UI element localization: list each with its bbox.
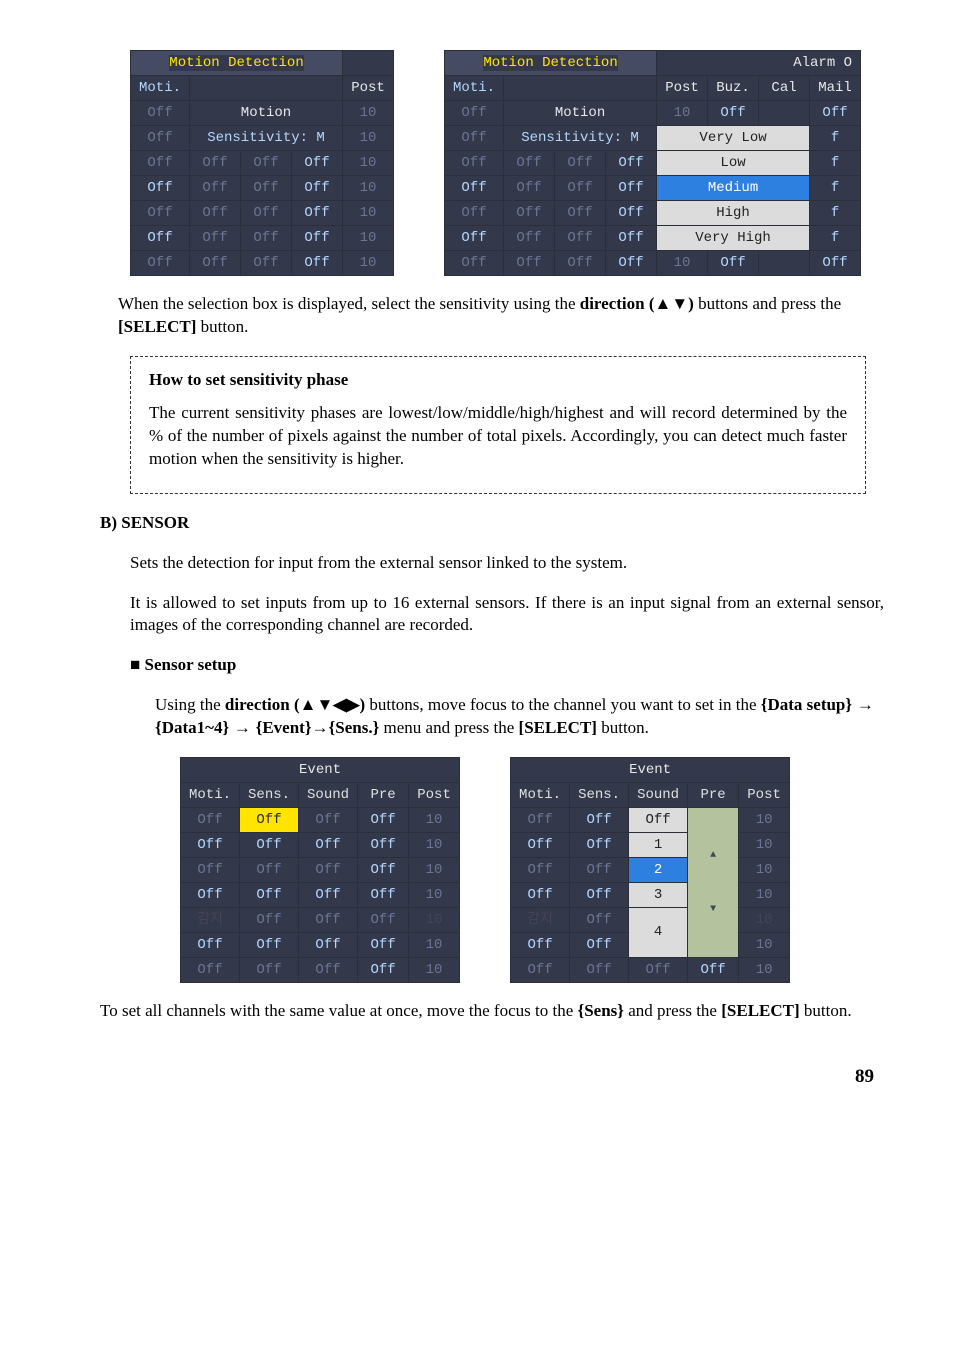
page-number: 89: [855, 1064, 874, 1090]
scrollbar[interactable]: ▲▼: [688, 808, 739, 958]
sens-option[interactable]: Very Low: [657, 126, 810, 151]
sens-option[interactable]: Very High: [657, 226, 810, 251]
sens-num-option[interactable]: 1: [629, 833, 688, 858]
callout-title: How to set sensitivity phase: [149, 369, 847, 392]
motion-detection-right: Motion Detection Alarm O Moti. Post Buz.…: [444, 50, 861, 276]
sens-num-option[interactable]: 4: [629, 908, 688, 958]
sensor-setup-head: ■ Sensor setup: [130, 654, 884, 677]
callout-how-to-set-sens: How to set sensitivity phase The current…: [130, 356, 866, 494]
para-select-sens: When the selection box is displayed, sel…: [118, 293, 884, 339]
motion-detection-left: Motion Detection Moti. Post Off Motion 1…: [130, 50, 394, 276]
sens-num-option[interactable]: Off: [629, 808, 688, 833]
event-right: Event Moti. Sens. Sound Pre Post Off Off…: [510, 757, 790, 983]
sens-option-selected[interactable]: Medium: [657, 176, 810, 201]
callout-body: The current sensitivity phases are lowes…: [149, 402, 847, 471]
sensor-p2: It is allowed to set inputs from up to 1…: [130, 592, 884, 638]
sensor-setup-line: Using the direction (▲▼◀▶) buttons, move…: [155, 694, 884, 740]
section-sensor-head: B) SENSOR: [100, 512, 884, 535]
sens-option[interactable]: High: [657, 201, 810, 226]
motion-title-right: Motion Detection: [483, 55, 617, 71]
sens-option[interactable]: Low: [657, 151, 810, 176]
footer-para: To set all channels with the same value …: [100, 1000, 884, 1023]
sens-num-option-selected[interactable]: 2: [629, 858, 688, 883]
motion-title: Motion Detection: [169, 55, 303, 71]
sensor-p1: Sets the detection for input from the ex…: [130, 552, 884, 575]
event-left: Event Moti. Sens. Sound Pre Post OffOffO…: [180, 757, 460, 983]
sens-num-option[interactable]: 3: [629, 883, 688, 908]
